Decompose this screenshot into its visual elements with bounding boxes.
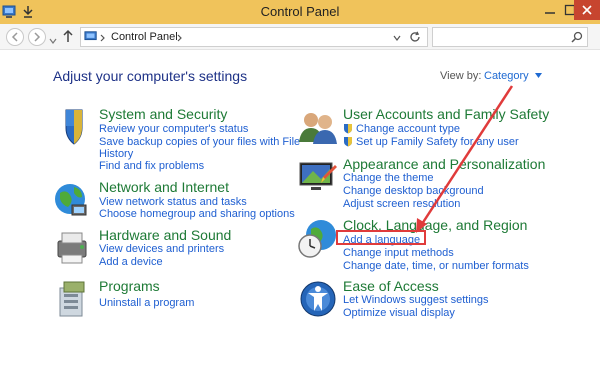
link-change-theme[interactable]: Change the theme [343,172,434,184]
chevron-down-icon[interactable] [393,35,401,41]
title-bar: Control Panel [0,0,600,24]
link-screen-resolution[interactable]: Adjust screen resolution [343,198,460,210]
minimize-icon [545,12,555,14]
system-security-icon [65,109,83,145]
user-accounts-icon [299,113,337,144]
link-uninstall-program[interactable]: Uninstall a program [99,297,194,309]
network-internet-icon [55,184,87,216]
category-title-system-security[interactable]: System and Security [99,106,227,122]
view-by-label: View by: [440,70,482,82]
link-change-input-methods[interactable]: Change input methods [343,247,454,259]
arrow-left-icon [11,32,18,42]
close-button[interactable] [574,0,600,20]
link-add-device[interactable]: Add a device [99,256,163,268]
search-icon[interactable] [571,31,583,43]
link-save-backup[interactable]: Save backup copies of your files with Fi… [99,136,300,148]
link-change-date-formats[interactable]: Change date, time, or number formats [343,260,529,272]
link-optimize-display[interactable]: Optimize visual display [343,307,455,319]
programs-icon [59,281,85,317]
link-change-account-type[interactable]: Change account type [356,123,460,135]
clock-language-region-icon [298,220,336,258]
link-homegroup[interactable]: Choose homegroup and sharing options [99,208,295,220]
uac-shield-icon [344,137,352,147]
navigation-bar: Control Panel [0,24,600,50]
chevron-right-icon [100,34,105,42]
chevron-down-icon [49,38,57,44]
category-title-ease-of-access[interactable]: Ease of Access [343,278,439,294]
control-panel-icon [84,31,97,41]
forward-button[interactable] [28,28,46,46]
link-find-fix[interactable]: Find and fix problems [99,160,204,172]
address-bar[interactable]: Control Panel [80,27,428,47]
category-title-hardware-sound[interactable]: Hardware and Sound [99,227,231,243]
recent-locations-button[interactable] [49,32,57,50]
breadcrumb[interactable]: Control Panel [111,31,178,43]
link-suggest-settings[interactable]: Let Windows suggest settings [343,294,489,306]
window-title: Control Panel [260,4,340,19]
ease-of-access-icon [300,281,336,317]
uac-shield-icon [344,124,352,134]
arrow-up-icon [63,29,73,42]
link-family-safety[interactable]: Set up Family Safety for any user [356,136,519,148]
category-title-programs[interactable]: Programs [99,278,160,294]
category-title-user-accounts[interactable]: User Accounts and Family Safety [343,106,549,122]
up-button[interactable] [62,29,74,48]
link-review-status[interactable]: Review your computer's status [99,123,248,135]
close-icon [582,5,592,15]
category-title-network-internet[interactable]: Network and Internet [99,179,229,195]
hardware-sound-icon [57,232,87,264]
appearance-personalization-icon [299,162,337,190]
link-network-status[interactable]: View network status and tasks [99,196,247,208]
arrow-right-icon [34,32,41,42]
view-by-value[interactable]: Category [484,70,529,82]
chevron-right-icon[interactable] [177,34,183,42]
refresh-icon[interactable] [409,31,421,43]
annotation-highlight-box [336,230,426,245]
view-by-dropdown[interactable]: Category [484,70,542,82]
caret-down-icon [534,73,542,78]
link-save-backup-history[interactable]: History [99,148,133,160]
search-input[interactable] [432,27,588,47]
link-view-devices[interactable]: View devices and printers [99,243,224,255]
category-title-appearance[interactable]: Appearance and Personalization [343,156,545,172]
back-button[interactable] [6,28,24,46]
link-desktop-background[interactable]: Change desktop background [343,185,484,197]
page-title: Adjust your computer's settings [53,68,248,84]
